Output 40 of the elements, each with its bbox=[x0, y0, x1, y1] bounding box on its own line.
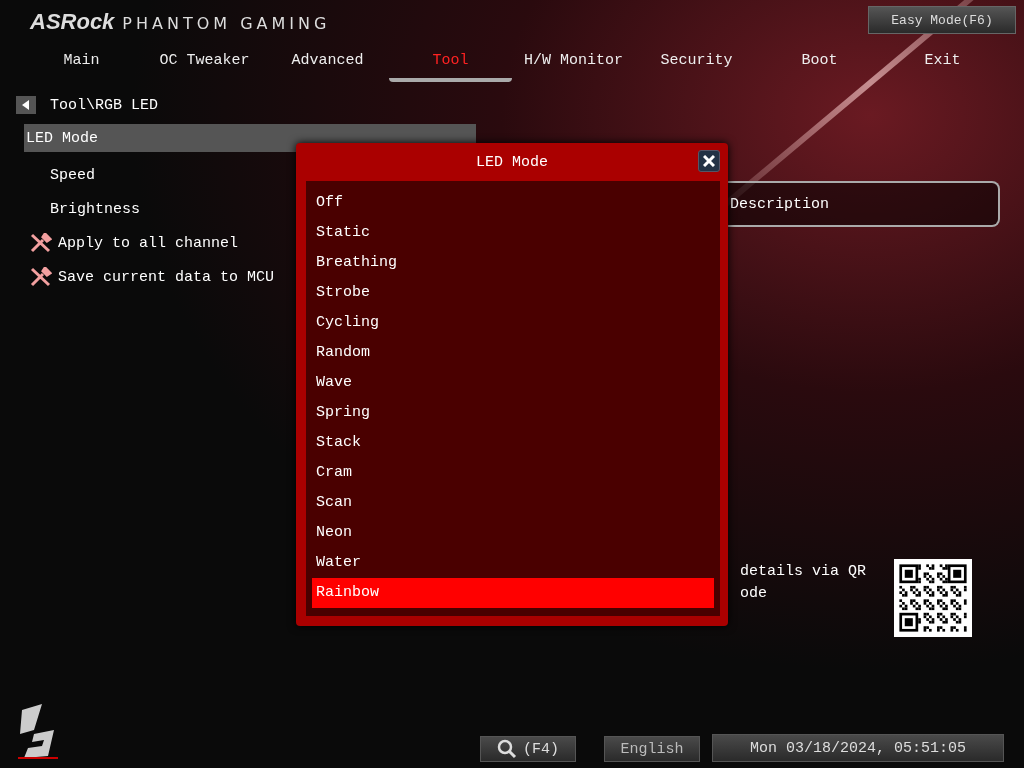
menu-tab[interactable]: Exit bbox=[881, 44, 1004, 82]
led-mode-option[interactable]: Strobe bbox=[312, 278, 714, 308]
close-icon bbox=[703, 155, 715, 167]
led-mode-option[interactable]: Cycling bbox=[312, 308, 714, 338]
wrench-screwdriver-icon bbox=[30, 267, 52, 287]
back-button[interactable] bbox=[16, 96, 36, 114]
led-mode-option[interactable]: Cram bbox=[312, 458, 714, 488]
breadcrumb: Tool\RGB LED bbox=[50, 96, 159, 114]
back-arrow-icon bbox=[22, 100, 30, 110]
menu-tab[interactable]: Boot bbox=[758, 44, 881, 82]
led-mode-option[interactable]: Off bbox=[312, 188, 714, 218]
led-mode-option[interactable]: Neon bbox=[312, 518, 714, 548]
dialog-title: LED Mode bbox=[476, 153, 548, 171]
menu-tab[interactable]: Main bbox=[20, 44, 143, 82]
led-mode-option[interactable]: Breathing bbox=[312, 248, 714, 278]
led-mode-option[interactable]: Water bbox=[312, 548, 714, 578]
menu-tab[interactable]: Security bbox=[635, 44, 758, 82]
date-time-display: Mon 03/18/2024, 05:51:05 bbox=[712, 734, 1004, 762]
search-icon bbox=[497, 739, 517, 759]
menu-tab[interactable]: H/W Monitor bbox=[512, 44, 635, 82]
led-mode-option[interactable]: Scan bbox=[312, 488, 714, 518]
led-mode-option[interactable]: Rainbow bbox=[312, 578, 714, 608]
led-mode-option[interactable]: Random bbox=[312, 338, 714, 368]
easy-mode-button[interactable]: Easy Mode(F6) bbox=[868, 6, 1016, 34]
menu-tab[interactable]: Advanced bbox=[266, 44, 389, 82]
menu-tab[interactable]: Tool bbox=[389, 44, 512, 82]
brand-logo: ASRock bbox=[30, 9, 115, 35]
qr-hint-text: details via QR bbox=[740, 562, 868, 582]
led-mode-option[interactable]: Stack bbox=[312, 428, 714, 458]
search-button[interactable]: (F4) bbox=[480, 736, 576, 762]
wrench-screwdriver-icon bbox=[30, 233, 52, 253]
led-mode-option[interactable]: Wave bbox=[312, 368, 714, 398]
menu-tab[interactable]: OC Tweaker bbox=[143, 44, 266, 82]
description-title: Description bbox=[730, 195, 830, 213]
product-name: PHANTOM GAMING bbox=[122, 14, 331, 33]
close-button[interactable] bbox=[698, 150, 720, 172]
led-mode-option[interactable]: Spring bbox=[312, 398, 714, 428]
language-button[interactable]: English bbox=[604, 736, 700, 762]
led-mode-option[interactable]: Static bbox=[312, 218, 714, 248]
qr-hint-text: ode bbox=[740, 584, 768, 604]
